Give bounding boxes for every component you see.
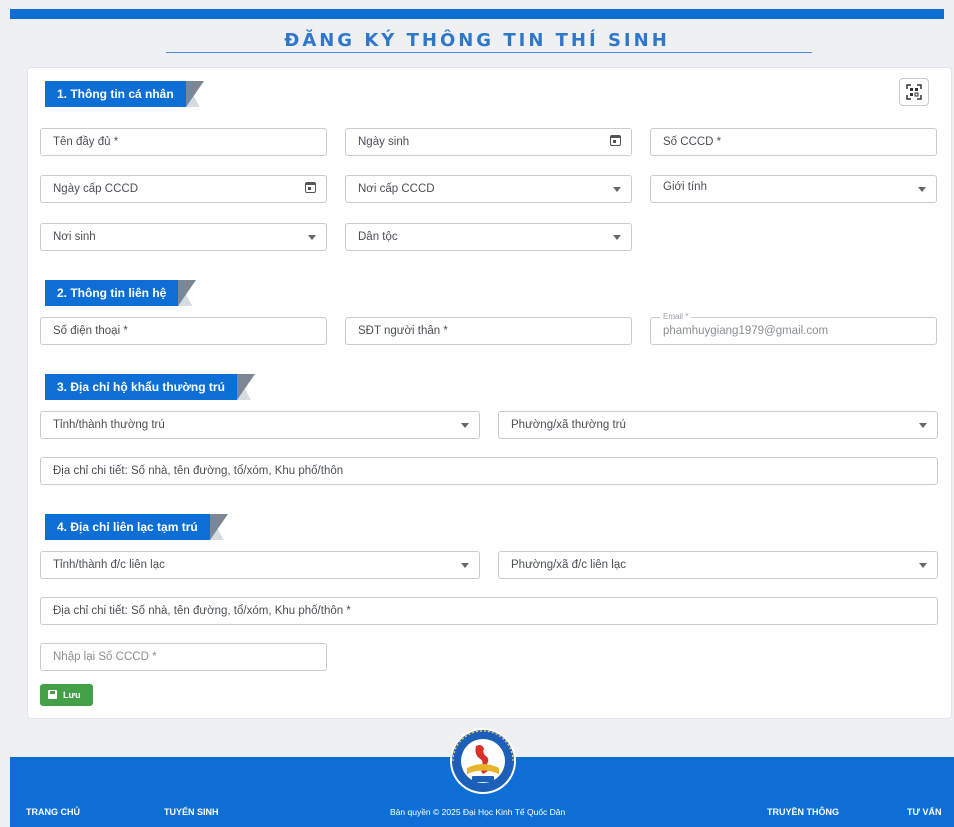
placeholder: Địa chỉ chi tiết: Số nhà, tên đường, tổ/… (53, 465, 344, 477)
chevron-down-icon (461, 563, 469, 568)
placeholder: Ngày sinh (358, 136, 410, 148)
page-title: ĐĂNG KÝ THÔNG TIN THÍ SINH (284, 30, 670, 51)
calendar-icon[interactable] (610, 135, 621, 146)
footer-copyright: Bản quyền © 2025 Đại Học Kinh Tế Quốc Dâ… (390, 807, 566, 817)
section-contact-tab: 2. Thông tin liên hệ (45, 280, 197, 306)
email-label: Email * (660, 312, 692, 321)
chevron-down-icon (308, 235, 316, 240)
full-name-input[interactable]: Tên đầy đủ * (40, 128, 327, 156)
section-label: 3. Địa chỉ hộ khẩu thường trú (57, 380, 225, 394)
placeholder: Giới tính (663, 181, 707, 193)
section-permanent-address-tab: 3. Địa chỉ hộ khẩu thường trú (45, 374, 255, 400)
birth-place-select[interactable]: Nơi sinh (40, 223, 327, 251)
footer-link-home[interactable]: TRANG CHỦ (26, 807, 80, 817)
section-temporary-address-tab: 4. Địa chỉ liên lạc tạm trú (45, 514, 228, 540)
placeholder: Tên đầy đủ * (53, 136, 119, 148)
section-label: 1. Thông tin cá nhân (57, 87, 174, 101)
placeholder: Phường/xã đ/c liên lạc (511, 559, 626, 571)
top-bar (10, 9, 944, 19)
title-underline (166, 52, 812, 53)
placeholder: Nhập lại Số CCCD * (53, 651, 157, 663)
save-button[interactable]: Lưu (40, 684, 93, 706)
placeholder: Nơi sinh (53, 231, 96, 243)
footer-link-media[interactable]: TRUYỀN THÔNG (767, 807, 839, 817)
save-label: Lưu (63, 690, 81, 700)
gender-select[interactable]: Giới tính (650, 175, 937, 203)
temporary-ward-select[interactable]: Phường/xã đ/c liên lạc (498, 551, 938, 579)
chevron-down-icon (918, 187, 926, 192)
placeholder: Địa chỉ chi tiết: Số nhà, tên đường, tổ/… (53, 605, 351, 617)
qr-scan-button[interactable] (899, 78, 929, 106)
placeholder: Dân tộc (358, 231, 398, 243)
email-field[interactable]: Email * phamhuygiang1979@gmail.com (650, 312, 937, 345)
section-label: 4. Địa chỉ liên lạc tạm trú (57, 520, 198, 534)
placeholder: SĐT người thân * (358, 325, 448, 337)
placeholder: Nơi cấp CCCD (358, 183, 435, 195)
university-logo (443, 724, 523, 794)
calendar-icon[interactable] (305, 182, 316, 193)
birth-date-input[interactable]: Ngày sinh (345, 128, 632, 156)
permanent-ward-select[interactable]: Phường/xã thường trú (498, 411, 938, 439)
section-label: 2. Thông tin liên hệ (57, 286, 167, 300)
relative-phone-input[interactable]: SĐT người thân * (345, 317, 632, 345)
chevron-down-icon (919, 563, 927, 568)
permanent-province-select[interactable]: Tỉnh/thành thường trú (40, 411, 480, 439)
qr-scan-icon (906, 84, 922, 100)
id-number-input[interactable]: Số CCCD * (650, 128, 937, 156)
id-issue-place-select[interactable]: Nơi cấp CCCD (345, 175, 632, 203)
registration-form: 1. Thông tin cá nhân Tên đầy đủ * Ngày s… (27, 67, 952, 719)
save-icon (48, 690, 57, 699)
footer-link-consult[interactable]: TƯ VẤN (907, 807, 941, 817)
placeholder: Số CCCD * (663, 136, 722, 148)
placeholder: Ngày cấp CCCD (53, 183, 138, 195)
tab-decoration (178, 280, 197, 306)
placeholder: Phường/xã thường trú (511, 419, 626, 431)
tab-decoration (236, 374, 255, 400)
placeholder: Số điện thoại * (53, 325, 128, 337)
section-personal-tab: 1. Thông tin cá nhân (45, 81, 204, 107)
chevron-down-icon (613, 235, 621, 240)
phone-input[interactable]: Số điện thoại * (40, 317, 327, 345)
id-issue-date-input[interactable]: Ngày cấp CCCD (40, 175, 327, 203)
temporary-address-detail-input[interactable]: Địa chỉ chi tiết: Số nhà, tên đường, tổ/… (40, 597, 938, 625)
page: ĐĂNG KÝ THÔNG TIN THÍ SINH 1. Thông tin … (0, 0, 954, 827)
placeholder: Tỉnh/thành đ/c liên lạc (53, 559, 165, 571)
chevron-down-icon (919, 423, 927, 428)
footer-link-admissions[interactable]: TUYỂN SINH (164, 807, 219, 817)
chevron-down-icon (461, 423, 469, 428)
temporary-province-select[interactable]: Tỉnh/thành đ/c liên lạc (40, 551, 480, 579)
tab-decoration (209, 514, 228, 540)
placeholder: Tỉnh/thành thường trú (53, 419, 165, 431)
tab-decoration (185, 81, 204, 107)
ethnicity-select[interactable]: Dân tộc (345, 223, 632, 251)
email-value: phamhuygiang1979@gmail.com (663, 325, 829, 337)
chevron-down-icon (613, 187, 621, 192)
confirm-id-number-input[interactable]: Nhập lại Số CCCD * (40, 643, 327, 671)
permanent-address-detail-input[interactable]: Địa chỉ chi tiết: Số nhà, tên đường, tổ/… (40, 457, 938, 485)
